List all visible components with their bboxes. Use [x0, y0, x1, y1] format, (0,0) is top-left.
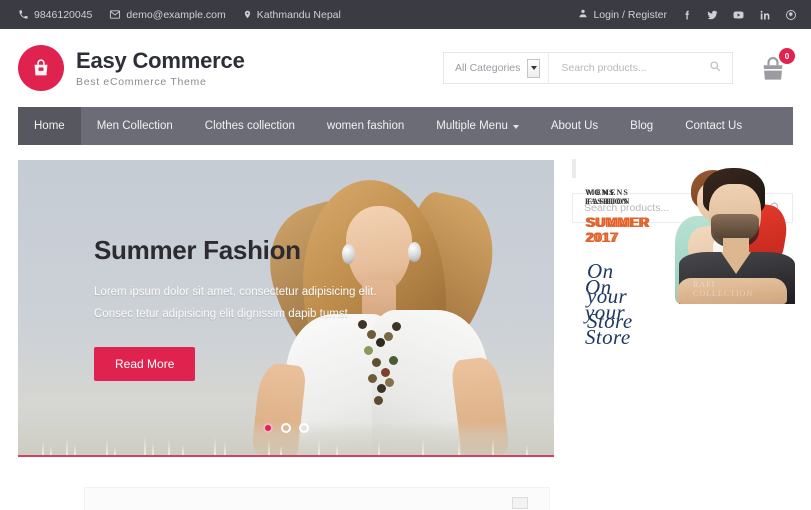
- cart-button[interactable]: 0: [757, 48, 795, 88]
- location-text: Kathmandu Nepal: [256, 8, 341, 21]
- email-address: demo@example.com: [126, 8, 226, 21]
- search-icon: [709, 59, 721, 77]
- hero-description-line-1: Lorem ipsum dolor sit amet, consectetur …: [94, 285, 377, 298]
- login-register-label: Login / Register: [593, 8, 667, 21]
- pinterest-icon[interactable]: [784, 8, 797, 21]
- nav-item-women-fashion[interactable]: women fashion: [311, 107, 420, 145]
- brand-name: Easy Commerce: [76, 48, 245, 74]
- nav-item-contact-us[interactable]: Contact Us: [669, 107, 758, 145]
- read-more-button[interactable]: Read More: [94, 347, 196, 382]
- linkedin-icon[interactable]: [758, 8, 771, 21]
- main-column: Summer Fashion Lorem ipsum dolor sit ame…: [18, 160, 554, 510]
- nav-item-home[interactable]: Home: [18, 107, 81, 145]
- twitter-icon[interactable]: [706, 8, 719, 21]
- email-contact[interactable]: demo@example.com: [109, 8, 226, 21]
- hero-slider[interactable]: Summer Fashion Lorem ipsum dolor sit ame…: [18, 160, 554, 457]
- youtube-icon[interactable]: [732, 8, 745, 21]
- slider-dot-3[interactable]: [299, 423, 309, 433]
- hero-caption: Summer Fashion Lorem ipsum dolor sit ame…: [94, 235, 394, 382]
- brand-logo-link[interactable]: Easy Commerce Best eCommerce Theme: [18, 45, 245, 91]
- phone-contact[interactable]: 9846120045: [18, 9, 92, 21]
- nav-item-blog[interactable]: Blog: [614, 107, 669, 145]
- search-input-placeholder: Search products...: [561, 62, 647, 74]
- nav-label: Blog: [630, 120, 654, 132]
- nav-item-clothes-collection[interactable]: Clothes collection: [189, 107, 311, 145]
- nav-label: Men Collection: [96, 120, 173, 132]
- header-tools: All Categories Search products... 0: [443, 48, 795, 88]
- nav-label: Clothes collection: [204, 120, 295, 132]
- partial-card-icon: [512, 497, 528, 509]
- search-submit-button[interactable]: [709, 53, 732, 83]
- partial-section-placeholder: [84, 487, 550, 510]
- slider-dot-2[interactable]: [281, 423, 291, 433]
- nav-item-men-collection[interactable]: Men Collection: [81, 107, 189, 145]
- category-select[interactable]: All Categories: [444, 53, 550, 83]
- map-pin-icon: [243, 9, 252, 20]
- top-bar-contact-group: 9846120045 demo@example.com Kathmandu Ne…: [18, 9, 341, 21]
- nav-item-multiple-menu[interactable]: Multiple Menu: [420, 107, 535, 145]
- nav-label: women fashion: [326, 120, 405, 132]
- cart-count-badge: 0: [779, 48, 795, 64]
- user-icon: [578, 8, 588, 22]
- hero-description: Lorem ipsum dolor sit amet, consectetur …: [94, 281, 394, 326]
- hero-description-line-2: Consec tetur adipisicing elit dignissim …: [94, 308, 348, 321]
- brand-tagline: Best eCommerce Theme: [76, 75, 207, 88]
- sidebar-column: WOMENS FASHION SUMMER 2017 On your Store…: [572, 159, 795, 510]
- chevron-down-icon: [512, 125, 519, 129]
- below-slider-section: [18, 477, 554, 510]
- chevron-down-icon[interactable]: [527, 58, 541, 78]
- category-select-label: All Categories: [455, 62, 521, 74]
- envelope-icon: [109, 9, 121, 20]
- page-content: Summer Fashion Lorem ipsum dolor sit ame…: [0, 145, 811, 510]
- nav-item-about-us[interactable]: About Us: [535, 107, 614, 145]
- nav-label: Multiple Menu: [436, 120, 508, 132]
- search-input[interactable]: Search products...: [549, 53, 709, 83]
- social-links: [680, 8, 797, 21]
- facebook-icon[interactable]: [680, 8, 693, 21]
- main-navigation: Home Men Collection Clothes collection w…: [18, 107, 793, 145]
- top-bar: 9846120045 demo@example.com Kathmandu Ne…: [0, 0, 811, 29]
- hero-title: Summer Fashion: [94, 235, 301, 265]
- product-search-bar: All Categories Search products...: [443, 52, 733, 84]
- brand-text: Easy Commerce Best eCommerce Theme: [76, 48, 245, 87]
- top-bar-account-group: Login / Register: [578, 8, 797, 22]
- slider-dot-1[interactable]: [263, 423, 273, 433]
- promo-banner-mens-fashion[interactable]: RAFI COLLECTION MENS FASHION SUMMER 2017…: [574, 159, 795, 333]
- nav-label: About Us: [550, 120, 599, 132]
- login-register-link[interactable]: Login / Register: [578, 8, 667, 22]
- site-header: Easy Commerce Best eCommerce Theme All C…: [0, 29, 811, 107]
- phone-icon: [18, 9, 29, 20]
- nav-label: Home: [34, 120, 65, 132]
- shopping-bag-icon: [18, 45, 64, 91]
- nav-label: Contact Us: [685, 120, 743, 132]
- location-contact[interactable]: Kathmandu Nepal: [243, 9, 341, 21]
- phone-number: 9846120045: [34, 8, 93, 21]
- slider-pagination: [18, 423, 554, 433]
